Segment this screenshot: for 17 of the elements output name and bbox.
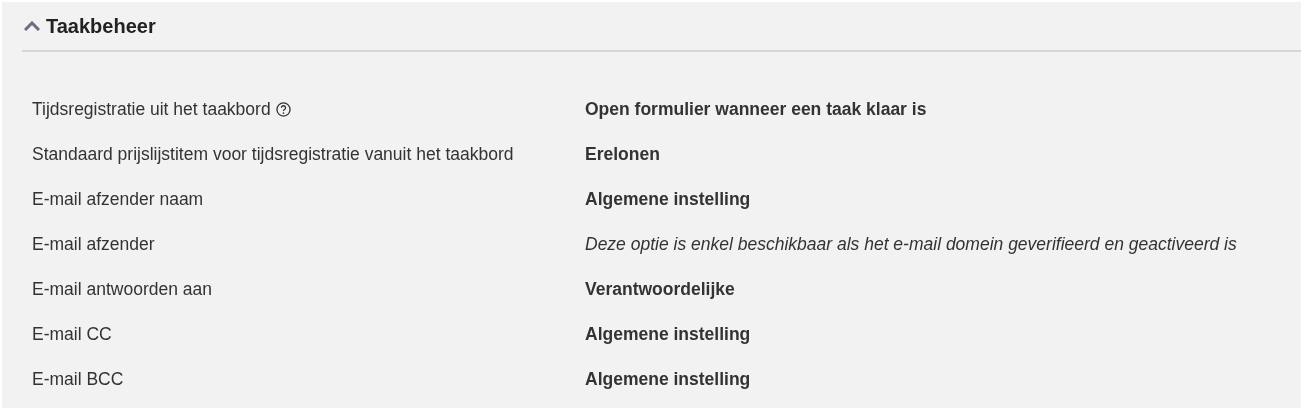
setting-value: Deze optie is enkel beschikbaar als het e-mail domein geverifieerd en geactiveerd is	[585, 234, 1238, 255]
setting-label: E-mail CC	[32, 324, 112, 345]
setting-label: E-mail antwoorden aan	[32, 279, 212, 300]
setting-label: E-mail afzender naam	[32, 189, 204, 210]
setting-label: E-mail BCC	[32, 369, 124, 390]
section-toggle[interactable]: Taakbeheer	[22, 14, 156, 38]
setting-value: Algemene instelling	[585, 324, 752, 345]
setting-label: Standaard prijslijstitem voor tijdsregistratie vanuit het taakbord	[32, 144, 514, 165]
setting-value: Verantwoordelijke	[585, 279, 736, 300]
setting-value: Open formulier wanneer een taak klaar is	[585, 99, 928, 120]
setting-value: Algemene instelling	[585, 369, 752, 390]
chevron-icon	[24, 21, 40, 31]
setting-label: E-mail afzender	[32, 234, 155, 255]
setting-label: Tijdsregistratie uit het taakbord	[32, 99, 271, 120]
setting-value: Erelonen	[585, 144, 661, 165]
setting-value: Algemene instelling	[585, 189, 752, 210]
help-icon[interactable]	[275, 102, 291, 117]
